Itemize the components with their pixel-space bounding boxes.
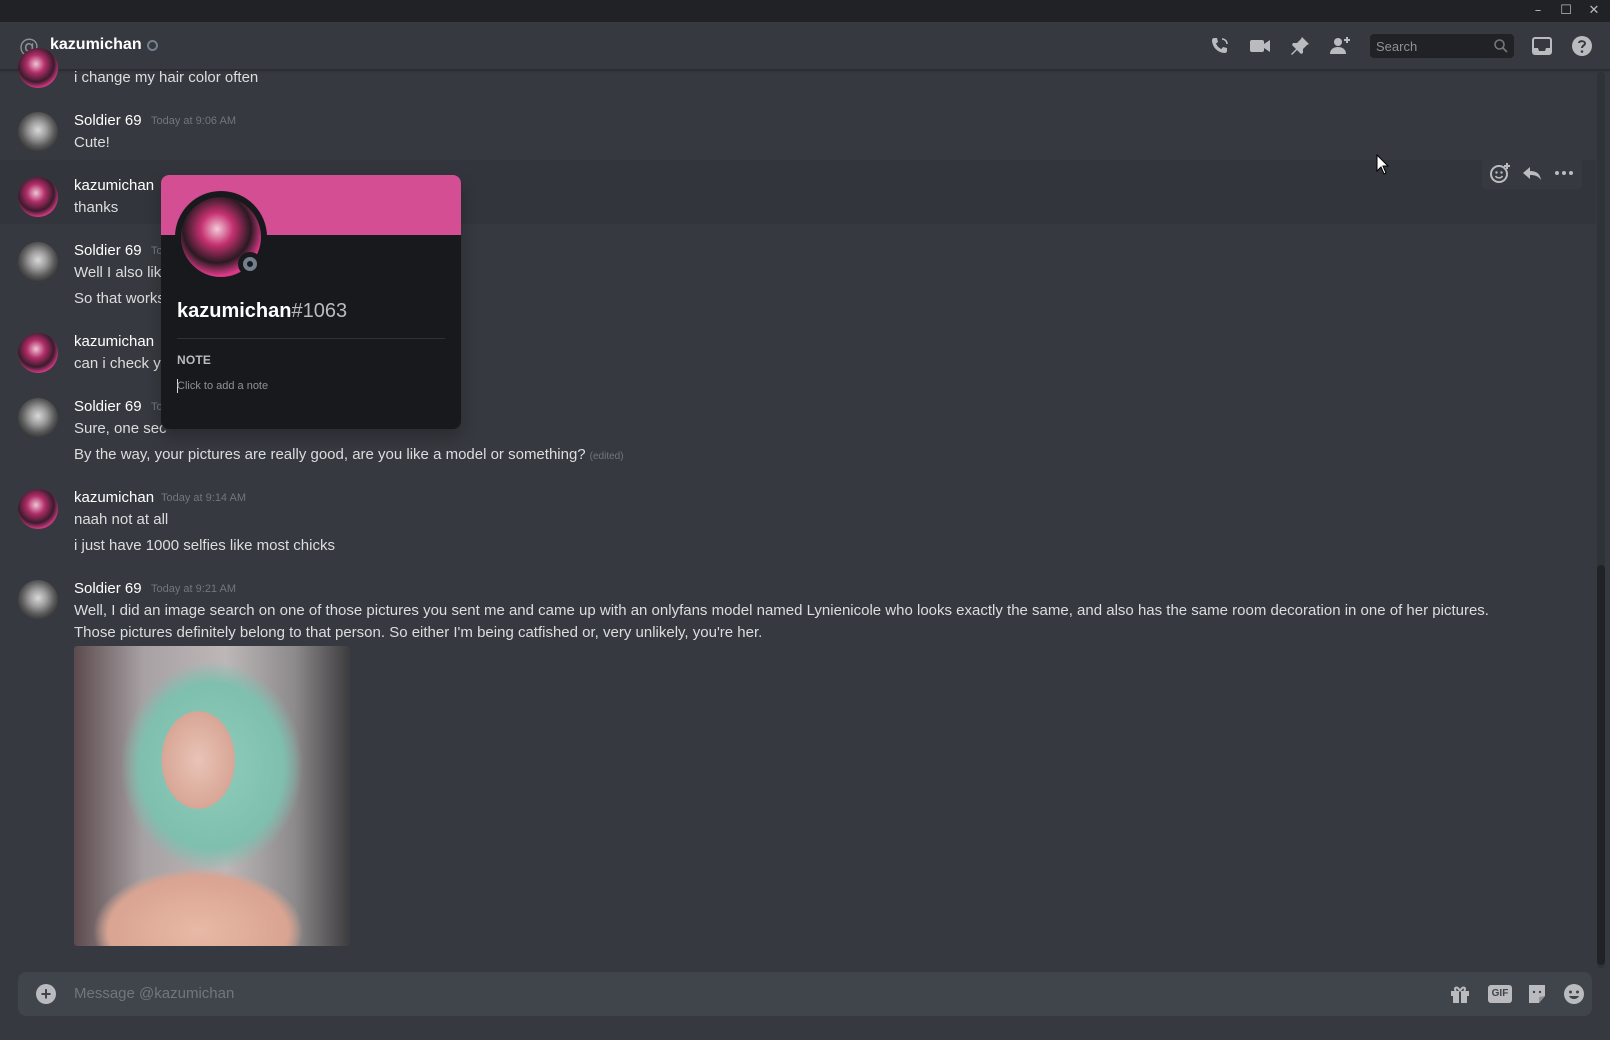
- offline-status-icon: [147, 40, 158, 51]
- message-author[interactable]: kazumichan: [74, 177, 154, 194]
- avatar[interactable]: [18, 177, 58, 217]
- message-text: i just have 1000 selfies like most chick…: [74, 537, 335, 554]
- avatar[interactable]: [18, 580, 58, 620]
- avatar[interactable]: [18, 333, 58, 373]
- pinned-messages-icon[interactable]: [1288, 34, 1312, 58]
- add-friends-icon[interactable]: [1328, 34, 1352, 58]
- emoji-icon[interactable]: [1562, 982, 1586, 1006]
- search-placeholder: Search: [1376, 39, 1418, 54]
- message-text: Well I also lik: [74, 264, 162, 281]
- add-reaction-icon[interactable]: [1488, 161, 1512, 185]
- messages-scrollbar-thumb[interactable]: [1597, 565, 1605, 965]
- image-attachment[interactable]: [74, 646, 350, 946]
- start-video-call-icon[interactable]: [1248, 34, 1272, 58]
- message-text-content: By the way, your pictures are really goo…: [74, 446, 586, 463]
- help-icon[interactable]: [1570, 34, 1594, 58]
- edited-indicator: (edited): [589, 451, 624, 462]
- sticker-icon[interactable]: [1525, 982, 1549, 1006]
- channel-title: kazumichan: [50, 36, 142, 53]
- gift-icon[interactable]: [1448, 982, 1472, 1006]
- avatar[interactable]: [18, 489, 58, 529]
- message-text: can i check yo: [74, 355, 170, 372]
- message-text: i change my hair color often: [74, 69, 259, 86]
- divider: [177, 338, 445, 339]
- more-icon[interactable]: [1552, 161, 1576, 185]
- message-text: thanks: [74, 199, 119, 216]
- message-actions-toolbar: [1482, 157, 1582, 189]
- message-author[interactable]: Soldier 69: [74, 112, 142, 129]
- note-placeholder: Click to add a note: [177, 380, 269, 392]
- gif-button[interactable]: GIF: [1488, 985, 1512, 1003]
- offline-status-icon: [238, 252, 262, 276]
- minimize-button[interactable]: –: [1524, 0, 1552, 22]
- search-icon: [1494, 39, 1508, 53]
- maximize-button[interactable]: ☐: [1552, 0, 1580, 22]
- message-text: naah not at all: [74, 511, 169, 528]
- inbox-icon[interactable]: [1530, 34, 1554, 58]
- avatar[interactable]: [18, 48, 58, 88]
- mouse-cursor-icon: [1376, 154, 1390, 175]
- profile-discriminator: #1063: [291, 300, 348, 322]
- message-text: Well, I did an image search on one of th…: [74, 602, 1489, 641]
- profile-username[interactable]: kazumichan#1063: [177, 300, 347, 323]
- message-author[interactable]: Soldier 69: [74, 242, 142, 259]
- avatar[interactable]: [18, 242, 58, 282]
- start-voice-call-icon[interactable]: [1208, 34, 1232, 58]
- message-author[interactable]: Soldier 69: [74, 580, 142, 597]
- note-input[interactable]: Click to add a note: [173, 375, 449, 411]
- upload-plus-icon[interactable]: +: [36, 984, 56, 1004]
- message-timestamp: Today at 9:14 AM: [161, 492, 246, 504]
- close-window-button[interactable]: ✕: [1580, 0, 1608, 22]
- message-timestamp: Today at 9:21 AM: [151, 583, 236, 595]
- message-author[interactable]: kazumichan: [74, 489, 154, 506]
- message-text: Cute!: [74, 134, 110, 151]
- profile-username-text: kazumichan: [177, 300, 292, 322]
- reply-icon[interactable]: [1520, 161, 1544, 185]
- message-timestamp: Today at 9:06 AM: [151, 115, 236, 127]
- message-author[interactable]: Soldier 69: [74, 398, 142, 415]
- avatar[interactable]: [18, 398, 58, 438]
- note-label: NOTE: [177, 353, 212, 367]
- search-input[interactable]: Search: [1370, 34, 1514, 58]
- message-input-placeholder: Message @kazumichan: [74, 985, 235, 1002]
- message-text: Sure, one sec: [74, 420, 167, 437]
- channel-header: @ kazumichan Search: [0, 22, 1610, 70]
- message-text: By the way, your pictures are really goo…: [74, 446, 624, 463]
- window-title-bar: – ☐ ✕: [0, 0, 1610, 22]
- user-profile-popout: kazumichan#1063 NOTE Click to add a note: [161, 175, 461, 429]
- message-composer[interactable]: + Message @kazumichan GIF: [18, 972, 1592, 1016]
- avatar[interactable]: [18, 112, 58, 152]
- message-text: So that works: [74, 290, 165, 307]
- message-author[interactable]: kazumichan: [74, 333, 154, 350]
